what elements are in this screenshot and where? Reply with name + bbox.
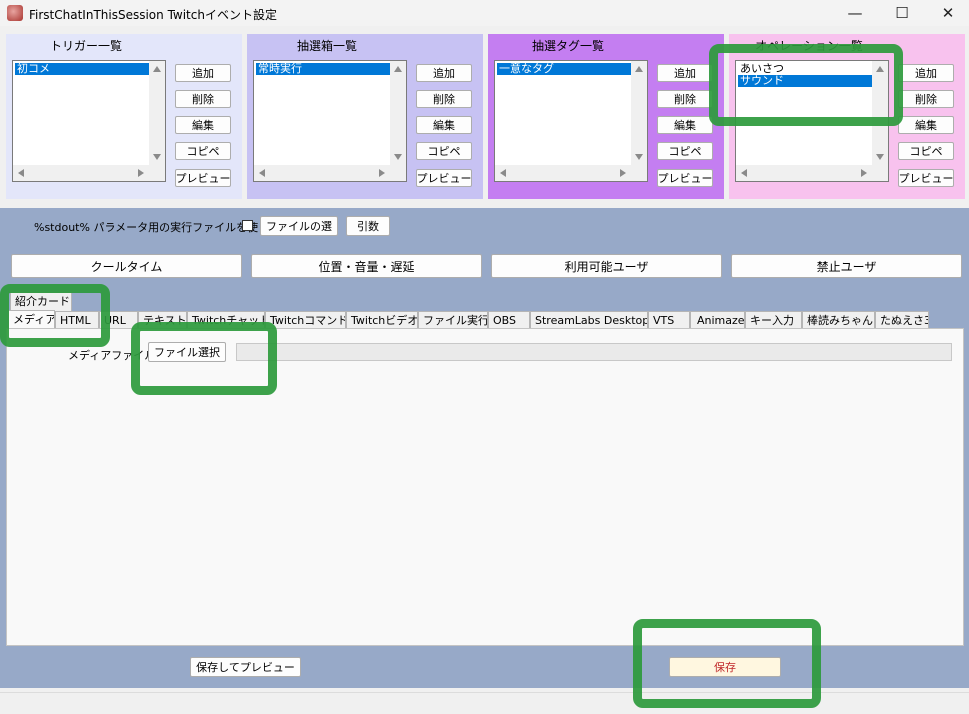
allowed-users-button[interactable]: 利用可能ユーザ — [491, 254, 722, 278]
list-item[interactable]: 常時実行 — [256, 63, 390, 75]
stdout-label: %stdout% パラメータ用の実行ファイルを使う — [34, 221, 270, 234]
scroll-up-icon — [394, 66, 402, 72]
vertical-scrollbar[interactable] — [390, 61, 406, 165]
scroll-left-icon — [500, 169, 506, 177]
horizontal-scrollbar[interactable] — [495, 165, 647, 181]
operation-delete-button[interactable]: 削除 — [898, 90, 954, 108]
panel-title: 抽選箱一覧 — [296, 39, 357, 53]
lottery-tag-add-button[interactable]: 追加 — [657, 64, 713, 82]
tab-twitch-command[interactable]: Twitchコマンド — [265, 311, 346, 329]
vertical-scrollbar[interactable] — [149, 61, 165, 165]
scroll-left-icon — [259, 169, 265, 177]
lottery-box-list[interactable]: 常時実行 — [253, 60, 407, 182]
trigger-copy-button[interactable]: コピペ — [175, 142, 231, 160]
tab-vts[interactable]: VTS — [648, 311, 690, 329]
scroll-left-icon — [18, 169, 24, 177]
tab-obs[interactable]: OBS — [488, 311, 530, 329]
maximize-button[interactable]: ☐ — [879, 0, 925, 26]
close-icon: ✕ — [941, 4, 955, 22]
scroll-down-icon — [635, 154, 643, 160]
lottery-box-delete-button[interactable]: 削除 — [416, 90, 472, 108]
status-bar — [0, 692, 969, 714]
minimize-button[interactable]: — — [832, 0, 878, 26]
trigger-delete-button[interactable]: 削除 — [175, 90, 231, 108]
stdout-checkbox[interactable] — [242, 220, 253, 231]
lottery-tag-panel: 抽選タグ一覧 一意なタグ 追加 削除 編集 コピペ プレビュー — [488, 34, 724, 199]
panel-title: 抽選タグ一覧 — [531, 39, 604, 53]
list-item[interactable]: 一意なタグ — [497, 63, 631, 75]
highlight-save-button — [633, 619, 821, 708]
scroll-up-icon — [635, 66, 643, 72]
scroll-up-icon — [153, 66, 161, 72]
trigger-list[interactable]: 初コメ — [12, 60, 166, 182]
minimize-icon: — — [847, 4, 863, 22]
highlight-file-select — [131, 322, 277, 395]
window-title: FirstChatInThisSession Twitchイベント設定 — [29, 8, 277, 22]
panel-title: トリガー一覧 — [49, 39, 122, 53]
operation-copy-button[interactable]: コピペ — [898, 142, 954, 160]
stdout-args-button[interactable]: 引数 — [346, 216, 390, 236]
lottery-box-copy-button[interactable]: コピペ — [416, 142, 472, 160]
save-preview-button[interactable]: 保存してプレビュー — [190, 657, 301, 677]
lottery-box-panel: 抽選箱一覧 常時実行 追加 削除 編集 コピペ プレビュー — [247, 34, 483, 199]
horizontal-scrollbar[interactable] — [13, 165, 165, 181]
lottery-tag-copy-button[interactable]: コピペ — [657, 142, 713, 160]
scroll-right-icon — [379, 169, 385, 177]
lottery-box-preview-button[interactable]: プレビュー — [416, 169, 472, 187]
lottery-tag-edit-button[interactable]: 編集 — [657, 116, 713, 134]
position-volume-delay-button[interactable]: 位置・音量・遅延 — [251, 254, 482, 278]
maximize-icon: ☐ — [895, 4, 909, 22]
operation-preview-button[interactable]: プレビュー — [898, 169, 954, 187]
tab-file-exec[interactable]: ファイル実行 — [418, 311, 488, 329]
cooldown-button[interactable]: クールタイム — [11, 254, 242, 278]
trigger-edit-button[interactable]: 編集 — [175, 116, 231, 134]
tab-key-input[interactable]: キー入力 — [745, 311, 802, 329]
tab-tanuesa3[interactable]: たぬえさ3 — [875, 311, 929, 329]
tab-streamlabs-desktop[interactable]: StreamLabs Desktop — [530, 311, 648, 329]
tab-bouyomi[interactable]: 棒読みちゃん — [802, 311, 875, 329]
banned-users-button[interactable]: 禁止ユーザ — [731, 254, 962, 278]
scroll-down-icon — [394, 154, 402, 160]
lottery-tag-preview-button[interactable]: プレビュー — [657, 169, 713, 187]
highlight-tabs — [0, 284, 110, 347]
scroll-down-icon — [153, 154, 161, 160]
operation-edit-button[interactable]: 編集 — [898, 116, 954, 134]
scroll-down-icon — [876, 154, 884, 160]
scroll-right-icon — [620, 169, 626, 177]
list-item[interactable]: 初コメ — [15, 63, 149, 75]
scroll-right-icon — [861, 169, 867, 177]
highlight-operation-list — [709, 44, 903, 126]
close-button[interactable]: ✕ — [925, 0, 969, 26]
lottery-tag-list[interactable]: 一意なタグ — [494, 60, 648, 182]
app-icon — [7, 5, 23, 21]
scroll-right-icon — [138, 169, 144, 177]
horizontal-scrollbar[interactable] — [736, 165, 888, 181]
media-file-path-field[interactable] — [236, 343, 952, 361]
scroll-left-icon — [741, 169, 747, 177]
lottery-box-edit-button[interactable]: 編集 — [416, 116, 472, 134]
trigger-panel: トリガー一覧 初コメ 追加 削除 編集 コピペ プレビュー — [6, 34, 242, 199]
tab-animaze[interactable]: Animaze — [690, 311, 745, 329]
tab-twitch-video[interactable]: Twitchビデオ — [346, 311, 418, 329]
stdout-file-button[interactable]: ファイルの選 — [260, 216, 338, 236]
lottery-tag-delete-button[interactable]: 削除 — [657, 90, 713, 108]
horizontal-scrollbar[interactable] — [254, 165, 406, 181]
trigger-add-button[interactable]: 追加 — [175, 64, 231, 82]
operation-add-button[interactable]: 追加 — [898, 64, 954, 82]
vertical-scrollbar[interactable] — [631, 61, 647, 165]
trigger-preview-button[interactable]: プレビュー — [175, 169, 231, 187]
lottery-box-add-button[interactable]: 追加 — [416, 64, 472, 82]
